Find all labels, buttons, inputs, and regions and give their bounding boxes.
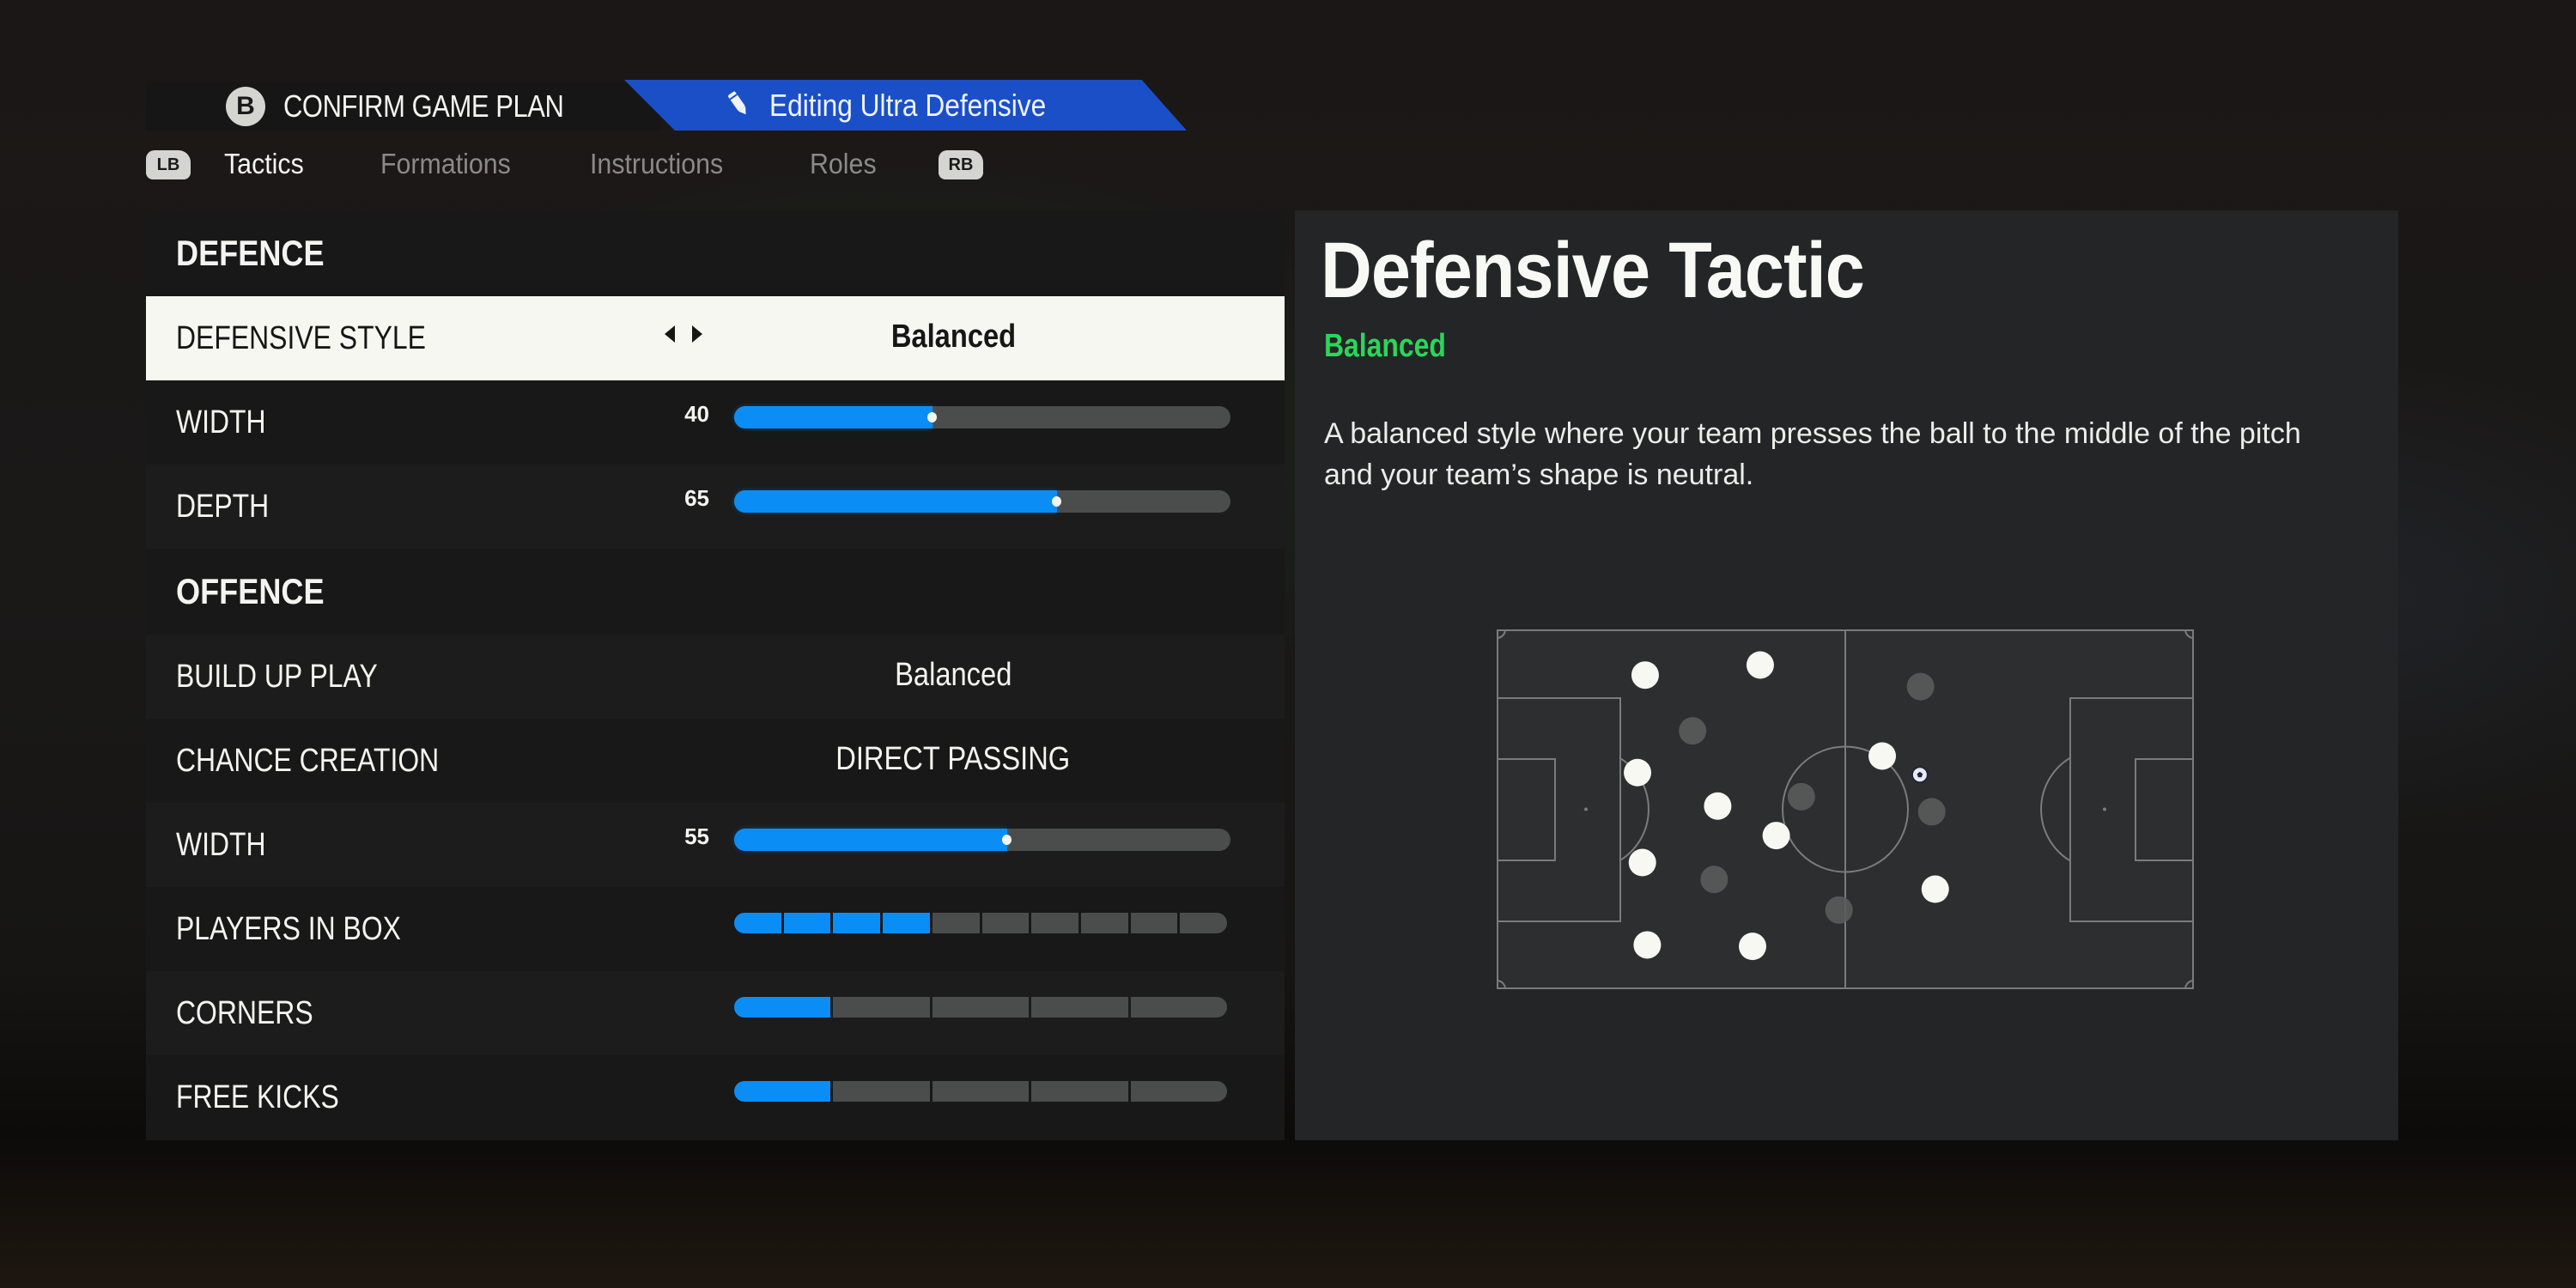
pencil-icon <box>728 91 746 115</box>
team-player-marker <box>1868 742 1897 770</box>
confirm-game-plan-button[interactable]: CONFIRM GAME PLAN <box>283 88 564 125</box>
defence-depth-value: 65 <box>684 485 709 511</box>
corners-stepper[interactable] <box>734 997 1228 1018</box>
slider-knob[interactable] <box>1001 835 1012 845</box>
tab-instructions[interactable]: Instructions <box>590 148 723 180</box>
build-up-play-row[interactable]: BUILD UP PLAY Balanced <box>146 635 1285 719</box>
stepper-segment[interactable] <box>1130 913 1178 933</box>
opponent-player-marker <box>1700 866 1728 894</box>
team-player-marker <box>1739 933 1767 961</box>
pitch-svg <box>1497 629 2194 989</box>
offence-width-value: 55 <box>684 823 709 849</box>
stepper-segment[interactable] <box>734 1081 831 1102</box>
left-right-arrows-icon[interactable] <box>663 322 704 346</box>
b-button-icon[interactable]: B <box>226 87 265 126</box>
build-up-play-label: BUILD UP PLAY <box>176 659 378 695</box>
stepper-segment[interactable] <box>1031 913 1078 933</box>
team-player-marker <box>1631 661 1659 690</box>
stepper-segment[interactable] <box>932 997 1030 1018</box>
corners-label: CORNERS <box>176 995 313 1031</box>
lb-bumper-icon[interactable]: LB <box>146 150 191 179</box>
stepper-segment[interactable] <box>1130 997 1228 1018</box>
slider-fill <box>734 490 1057 513</box>
offence-width-row[interactable]: WIDTH 55 <box>146 803 1285 887</box>
stepper-segment[interactable] <box>833 913 881 933</box>
stepper-segment[interactable] <box>932 1081 1030 1102</box>
defence-width-row[interactable]: WIDTH 40 <box>146 380 1285 465</box>
stepper-segment[interactable] <box>833 1081 930 1102</box>
opponent-player-marker <box>1825 896 1853 924</box>
pitch-diagram <box>1497 629 2194 989</box>
defence-width-value: 40 <box>684 401 709 427</box>
detail-subtitle: Balanced <box>1324 328 1446 364</box>
offence-width-slider[interactable] <box>734 829 1230 851</box>
defence-width-slider[interactable] <box>734 406 1230 428</box>
team-player-marker <box>1624 758 1652 787</box>
defence-depth-slider[interactable] <box>734 490 1230 513</box>
slider-knob[interactable] <box>927 412 938 422</box>
opponent-player-marker <box>1679 717 1707 745</box>
stepper-segment[interactable] <box>833 997 930 1018</box>
corners-row[interactable]: CORNERS <box>146 971 1285 1055</box>
tab-tactics[interactable]: Tactics <box>224 148 304 180</box>
offence-section-header: OFFENCE <box>146 549 1285 635</box>
defence-width-label: WIDTH <box>176 404 266 440</box>
editing-label: Editing Ultra Defensive <box>769 88 1047 123</box>
tab-roles[interactable]: Roles <box>810 148 877 180</box>
defence-title: DEFENCE <box>176 233 325 273</box>
tactics-settings-panel: DEFENCE DEFENSIVE STYLE Balanced WIDTH 4… <box>146 210 1285 1140</box>
players-in-box-label: PLAYERS IN BOX <box>176 911 401 947</box>
free-kicks-label: FREE KICKS <box>176 1079 339 1115</box>
stepper-segment[interactable] <box>734 913 781 933</box>
chance-creation-label: CHANCE CREATION <box>176 743 440 779</box>
opponent-player-marker <box>1787 782 1815 811</box>
defensive-style-row[interactable]: DEFENSIVE STYLE Balanced <box>146 296 1285 380</box>
players-in-box-row[interactable]: PLAYERS IN BOX <box>146 887 1285 971</box>
slider-fill <box>734 829 1007 851</box>
stepper-segment[interactable] <box>1031 1081 1128 1102</box>
detail-title: Defensive Tactic <box>1321 227 1865 314</box>
defence-section-header: DEFENCE <box>146 210 1285 296</box>
stepper-segment[interactable] <box>1031 997 1128 1018</box>
players-in-box-stepper[interactable] <box>734 913 1228 933</box>
chance-creation-row[interactable]: CHANCE CREATION DIRECT PASSING <box>146 719 1285 803</box>
slider-fill <box>734 406 933 428</box>
opponent-player-marker <box>1906 672 1935 701</box>
defence-depth-label: DEPTH <box>176 489 270 525</box>
team-player-marker <box>1921 875 1949 903</box>
defensive-style-label: DEFENSIVE STYLE <box>176 320 426 356</box>
team-player-marker <box>1762 822 1790 850</box>
team-player-marker <box>1704 792 1732 820</box>
team-player-marker <box>1633 931 1662 959</box>
stepper-segment[interactable] <box>1180 913 1228 933</box>
rb-bumper-icon[interactable]: RB <box>939 150 983 179</box>
slider-knob[interactable] <box>1051 496 1061 507</box>
team-player-marker <box>1746 651 1774 679</box>
stepper-segment[interactable] <box>932 913 980 933</box>
stepper-segment[interactable] <box>883 913 930 933</box>
stepper-segment[interactable] <box>1130 1081 1228 1102</box>
defence-depth-row[interactable]: DEPTH 65 <box>146 465 1285 549</box>
free-kicks-row[interactable]: FREE KICKS <box>146 1055 1285 1139</box>
stepper-segment[interactable] <box>981 913 1030 933</box>
free-kicks-stepper[interactable] <box>734 1081 1228 1102</box>
chance-creation-value: DIRECT PASSING <box>835 741 1071 777</box>
tab-formations[interactable]: Formations <box>380 148 511 180</box>
team-player-marker <box>1628 848 1656 877</box>
stepper-segment[interactable] <box>783 913 831 933</box>
opponent-player-marker <box>1917 798 1946 826</box>
offence-width-label: WIDTH <box>176 827 266 863</box>
offence-title: OFFENCE <box>176 571 325 611</box>
defensive-style-value: Balanced <box>890 319 1016 355</box>
left-penalty-spot <box>1584 807 1588 811</box>
build-up-play-value: Balanced <box>894 657 1012 693</box>
right-penalty-spot <box>2103 807 2106 811</box>
stepper-segment[interactable] <box>734 997 831 1018</box>
detail-description: A balanced style where your team presses… <box>1324 417 2301 491</box>
stepper-segment[interactable] <box>1080 913 1128 933</box>
